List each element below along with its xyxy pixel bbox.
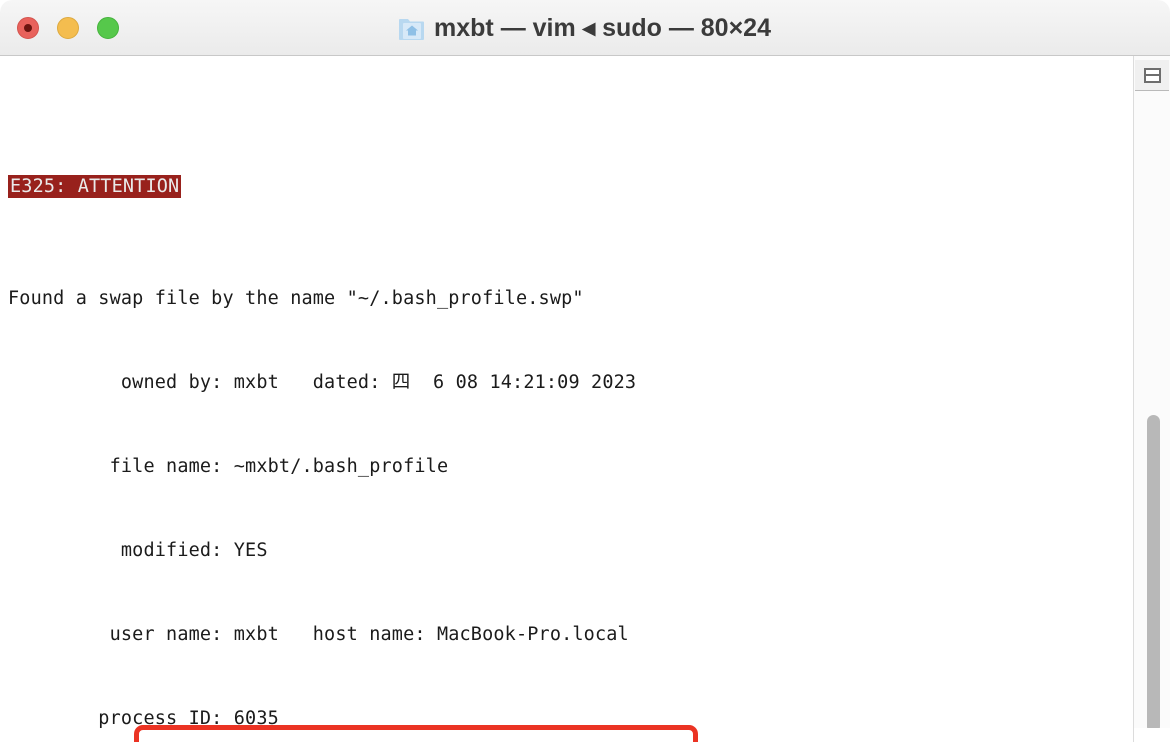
terminal-line-error: E325: ATTENTION bbox=[8, 173, 1134, 201]
traffic-light-group bbox=[17, 17, 119, 39]
window-resize-corner[interactable] bbox=[1134, 728, 1170, 742]
folder-home-icon bbox=[399, 14, 425, 42]
split-pane-icon bbox=[1143, 67, 1161, 83]
terminal-line: owned by: mxbt dated: 四 6 08 14:21:09 20… bbox=[8, 372, 637, 393]
terminal-content-area[interactable]: E325: ATTENTION Found a swap file by the… bbox=[0, 56, 1134, 742]
terminal-window: mxbt — vim ◂ sudo — 80×24 E325: ATTENTIO… bbox=[0, 0, 1170, 742]
terminal-line: modified: YES bbox=[8, 540, 268, 561]
terminal-screen: E325: ATTENTION Found a swap file by the… bbox=[8, 89, 1134, 742]
scrollbar-track[interactable] bbox=[1140, 56, 1164, 742]
vim-error-code: E325: ATTENTION bbox=[8, 175, 182, 198]
close-button[interactable] bbox=[17, 17, 39, 39]
maximize-button[interactable] bbox=[97, 17, 119, 39]
window-title: mxbt — vim ◂ sudo — 80×24 bbox=[434, 14, 771, 42]
terminal-line: user name: mxbt host name: MacBook-Pro.l… bbox=[8, 624, 629, 645]
window-title-group: mxbt — vim ◂ sudo — 80×24 bbox=[0, 0, 1170, 56]
window-titlebar: mxbt — vim ◂ sudo — 80×24 bbox=[0, 0, 1170, 56]
terminal-line: Found a swap file by the name "~/.bash_p… bbox=[8, 288, 584, 309]
red-highlight-box bbox=[134, 725, 698, 742]
minimize-button[interactable] bbox=[57, 17, 79, 39]
split-pane-button[interactable] bbox=[1135, 60, 1169, 91]
terminal-line: file name: ~mxbt/.bash_profile bbox=[8, 456, 449, 477]
scrollbar-thumb[interactable] bbox=[1147, 415, 1160, 733]
terminal-sidebar bbox=[1133, 56, 1170, 742]
